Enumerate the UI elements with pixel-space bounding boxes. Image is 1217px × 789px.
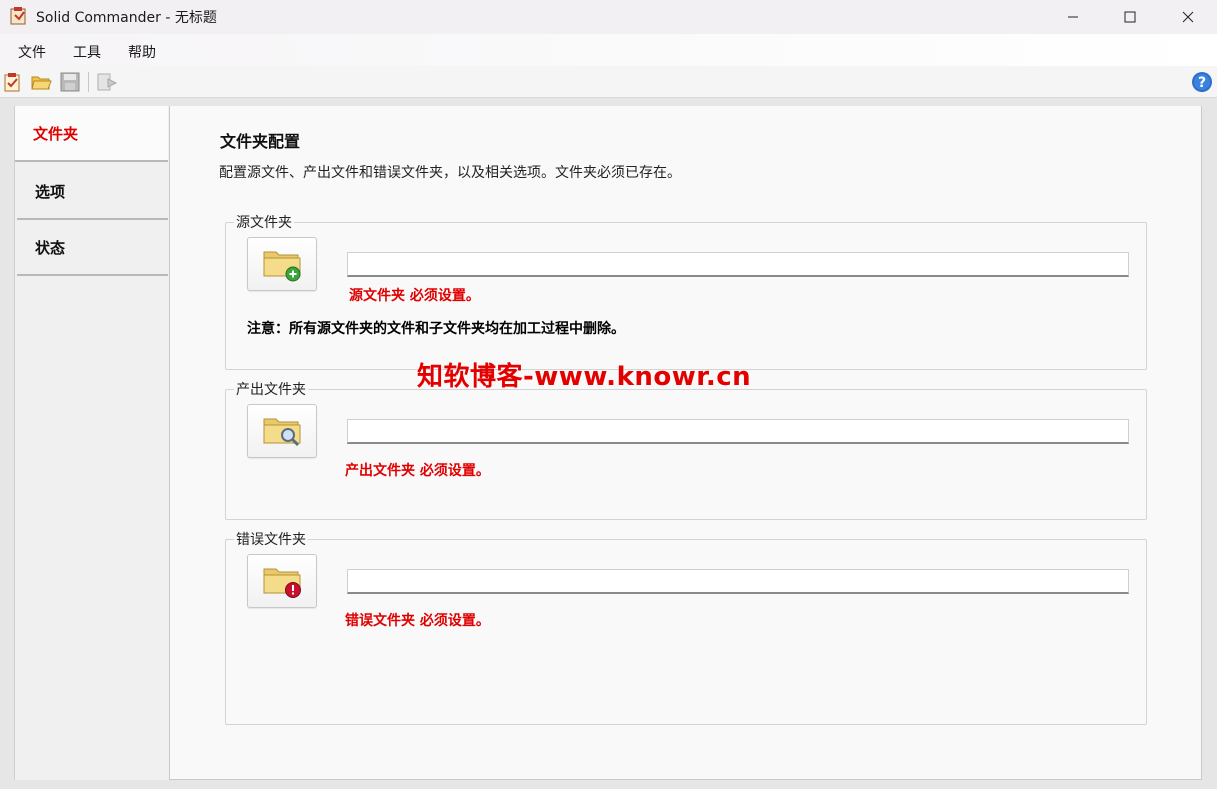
minimize-icon — [1068, 16, 1078, 18]
page-description: 配置源文件、产出文件和错误文件夹，以及相关选项。文件夹必须已存在。 — [219, 165, 681, 181]
error-folder-group: 错误文件夹 错误文件夹 必须设置。 — [225, 529, 1147, 725]
run-icon[interactable] — [96, 71, 118, 93]
source-folder-group: 源文件夹 源文件夹 必须设置。 注意：所有源文件夹的文件和子文件夹均在加工过程中… — [225, 212, 1147, 370]
source-folder-input[interactable] — [347, 252, 1129, 277]
tab-folders[interactable]: 文件夹 — [15, 106, 168, 162]
error-folder-button[interactable] — [247, 554, 317, 608]
toolbar: ? — [0, 66, 1217, 98]
output-folder-title: 产出文件夹 — [234, 379, 308, 399]
toolbar-separator — [88, 72, 89, 92]
open-folder-icon[interactable] — [30, 71, 52, 93]
page-title: 文件夹配置 — [220, 132, 301, 151]
output-folder-button[interactable] — [247, 404, 317, 458]
tab-status[interactable]: 状态 — [17, 220, 168, 276]
title-bar: Solid Commander - 无标题 — [0, 0, 1217, 34]
content-panel: 文件夹配置 配置源文件、产出文件和错误文件夹，以及相关选项。文件夹必须已存在。 … — [169, 106, 1202, 780]
workspace: 文件夹 选项 状态 文件夹配置 配置源文件、产出文件和错误文件夹，以及相关选项。… — [0, 98, 1217, 789]
close-button[interactable] — [1159, 0, 1217, 34]
close-icon — [1182, 11, 1194, 23]
source-folder-error: 源文件夹 必须设置。 — [349, 288, 480, 304]
menu-bar: 文件 工具 帮助 — [0, 34, 1217, 66]
folder-search-icon — [263, 418, 301, 447]
minimize-button[interactable] — [1044, 0, 1102, 34]
menu-file[interactable]: 文件 — [18, 42, 46, 62]
tab-options[interactable]: 选项 — [17, 164, 168, 220]
error-folder-input[interactable] — [347, 569, 1129, 594]
menu-help[interactable]: 帮助 — [128, 42, 156, 62]
source-folder-button[interactable] — [247, 237, 317, 291]
app-icon — [9, 6, 29, 26]
folder-error-icon — [263, 568, 301, 598]
svg-text:?: ? — [1198, 75, 1206, 91]
new-project-icon[interactable] — [2, 71, 24, 93]
sidebar: 文件夹 选项 状态 — [14, 106, 169, 780]
window-title: Solid Commander - 无标题 — [36, 10, 217, 26]
output-folder-error: 产出文件夹 必须设置。 — [345, 463, 490, 479]
source-folder-title: 源文件夹 — [234, 212, 294, 232]
save-icon[interactable] — [59, 71, 81, 93]
output-folder-group: 产出文件夹 产出文件夹 必须设置。 — [225, 379, 1147, 520]
help-icon[interactable]: ? — [1191, 71, 1213, 93]
maximize-icon — [1124, 11, 1136, 23]
folder-add-icon — [263, 251, 301, 282]
source-folder-note: 注意：所有源文件夹的文件和子文件夹均在加工过程中删除。 — [247, 321, 625, 337]
watermark: 知软博客-www.knowr.cn — [417, 362, 752, 392]
error-folder-title: 错误文件夹 — [234, 529, 308, 549]
error-folder-error: 错误文件夹 必须设置。 — [345, 613, 490, 629]
menu-tools[interactable]: 工具 — [73, 42, 101, 62]
maximize-button[interactable] — [1101, 0, 1159, 34]
output-folder-input[interactable] — [347, 419, 1129, 444]
